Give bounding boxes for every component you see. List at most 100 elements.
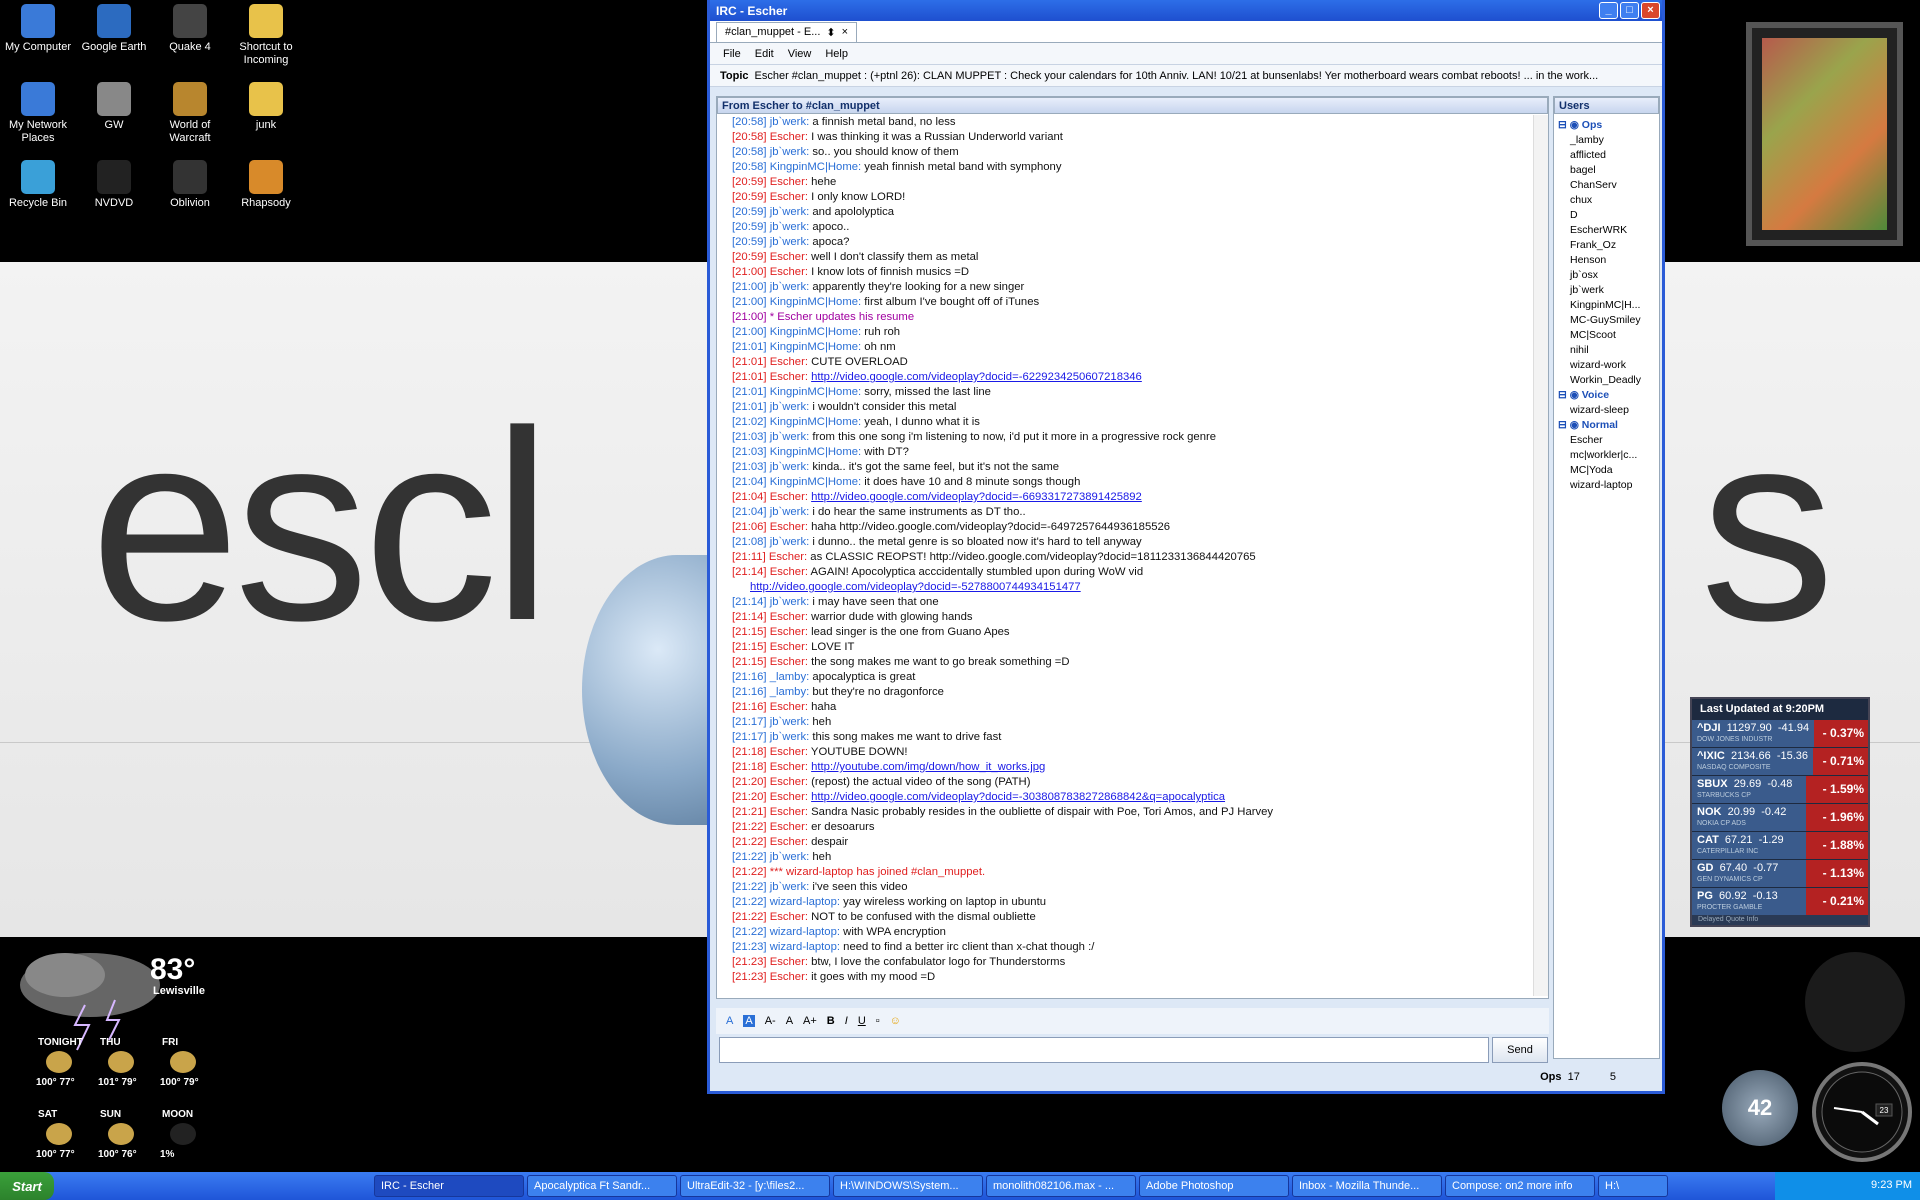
user-group-ops[interactable]: ⊟ ◉ Ops <box>1558 118 1645 133</box>
font-color-icon[interactable]: A <box>726 1015 733 1027</box>
user-item[interactable]: MC-GuySmiley <box>1558 313 1645 328</box>
nick[interactable]: jb`werk: <box>770 116 813 128</box>
nick[interactable]: jb`werk: <box>770 536 813 548</box>
nick[interactable]: Escher: <box>770 971 811 983</box>
system-tray[interactable]: 9:23 PM <box>1775 1172 1920 1200</box>
nick[interactable]: KingpinMC|Home: <box>770 476 865 488</box>
message-link[interactable]: http://video.google.com/videoplay?docid=… <box>811 491 1142 503</box>
user-list[interactable]: ⊟ ◉ Ops _lamby afflicted bagel ChanServ chux D… <box>1554 115 1645 1058</box>
clock-widget[interactable]: 23 <box>1812 1062 1912 1162</box>
underline-icon[interactable]: U <box>858 1015 866 1027</box>
highlight-icon[interactable]: A <box>743 1015 755 1027</box>
user-item[interactable]: wizard-work <box>1558 358 1645 373</box>
message-link[interactable]: http://video.google.com/videoplay?docid=… <box>750 581 1081 593</box>
nick[interactable]: Escher: <box>770 746 811 758</box>
taskbar-button[interactable]: Apocalyptica Ft Sandr... <box>527 1175 677 1197</box>
desktop-icon-my-computer[interactable]: My Computer <box>0 4 76 54</box>
nick[interactable]: jb`werk: <box>770 431 813 443</box>
user-item[interactable]: jb`werk <box>1558 283 1645 298</box>
taskbar-button[interactable]: H:\WINDOWS\System... <box>833 1175 983 1197</box>
nick[interactable]: Escher: <box>770 776 811 788</box>
nick[interactable]: _lamby: <box>770 686 813 698</box>
nick[interactable]: Escher: <box>770 701 811 713</box>
smiley-icon[interactable]: ☺ <box>890 1015 901 1027</box>
nick[interactable]: jb`werk: <box>770 281 813 293</box>
title-bar[interactable]: IRC - Escher _ □ × <box>710 0 1662 21</box>
user-item[interactable]: Escher <box>1558 433 1645 448</box>
desktop-icon-my-network-places[interactable]: My Network Places <box>0 82 76 145</box>
nick[interactable]: Escher: <box>770 191 811 203</box>
stock-row[interactable]: SBUX 29.69 -0.48 STARBUCKS CP - 1.59% <box>1692 775 1868 803</box>
photo-frame-widget[interactable] <box>1746 22 1903 246</box>
taskbar-button[interactable]: UltraEdit-32 - [y:\files2... <box>680 1175 830 1197</box>
stock-row[interactable]: CAT 67.21 -1.29 CATERPILLAR INC - 1.88% <box>1692 831 1868 859</box>
nick[interactable]: _lamby: <box>770 671 813 683</box>
nick[interactable]: wizard-laptop: <box>770 896 843 908</box>
nick[interactable]: jb`werk: <box>770 851 813 863</box>
stock-row[interactable]: GD 67.40 -0.77 GEN DYNAMICS CP - 1.13% <box>1692 859 1868 887</box>
taskbar-button[interactable]: H:\ <box>1598 1175 1668 1197</box>
nick[interactable]: jb`werk: <box>770 731 813 743</box>
nick[interactable]: Escher: <box>770 836 811 848</box>
send-button[interactable]: Send <box>1492 1037 1548 1063</box>
topic-bar[interactable]: Topic Escher #clan_muppet : (+ptnl 26): … <box>710 65 1662 87</box>
desktop-icon-oblivion[interactable]: Oblivion <box>152 160 228 210</box>
nick[interactable]: Escher: <box>770 176 811 188</box>
nick[interactable]: Escher: <box>770 806 811 818</box>
nick[interactable]: jb`werk: <box>770 716 813 728</box>
nick[interactable]: Escher: <box>770 641 811 653</box>
user-item[interactable]: wizard-sleep <box>1558 403 1645 418</box>
menu-edit[interactable]: Edit <box>755 48 774 60</box>
desktop-icon-recycle-bin[interactable]: Recycle Bin <box>0 160 76 210</box>
user-item[interactable]: MC|Yoda <box>1558 463 1645 478</box>
weather-widget[interactable]: 83° Lewisville TONIGHT 100° 77° THU 101° 79… <box>0 945 230 1160</box>
stock-row[interactable]: ^IXIC 2134.66 -15.36 NASDAQ COMPOSITE - 0.… <box>1692 747 1868 775</box>
user-item[interactable]: D <box>1558 208 1645 223</box>
user-item[interactable]: _lamby <box>1558 133 1645 148</box>
desktop-icon-gw[interactable]: GW <box>76 82 152 132</box>
desktop-icon-rhapsody[interactable]: Rhapsody <box>228 160 304 210</box>
nick[interactable]: Escher: <box>770 131 811 143</box>
user-item[interactable]: chux <box>1558 193 1645 208</box>
nick[interactable]: Escher: <box>770 611 811 623</box>
nick[interactable]: jb`werk: <box>770 596 813 608</box>
menu-help[interactable]: Help <box>825 48 848 60</box>
italic-icon[interactable]: I <box>845 1015 848 1027</box>
user-item[interactable]: jb`osx <box>1558 268 1645 283</box>
close-button[interactable]: × <box>1641 2 1660 19</box>
chat-scrollbar[interactable] <box>1533 115 1548 996</box>
user-item[interactable]: EscherWRK <box>1558 223 1645 238</box>
taskbar-button[interactable]: Adobe Photoshop <box>1139 1175 1289 1197</box>
tab-close-icon[interactable]: × <box>842 26 848 39</box>
message-log[interactable]: [20:58] jb`werk: a finnish metal band, n… <box>718 115 1532 996</box>
desktop-icon-nvdvd[interactable]: NVDVD <box>76 160 152 210</box>
nick[interactable]: Escher: <box>770 626 811 638</box>
user-group-voice[interactable]: ⊟ ◉ Voice <box>1558 388 1645 403</box>
nick[interactable]: *** wizard-laptop <box>770 866 857 878</box>
message-link[interactable]: http://video.google.com/videoplay?docid=… <box>811 791 1225 803</box>
stock-row[interactable]: ^DJI 11297.90 -41.94 DOW JONES INDUSTR - 0… <box>1692 719 1868 747</box>
message-input[interactable] <box>719 1037 1489 1063</box>
user-item[interactable]: Workin_Deadly <box>1558 373 1645 388</box>
gauge-widget[interactable]: 42 <box>1722 1070 1798 1146</box>
collapse-icon[interactable]: ⊟ ◉ <box>1558 389 1582 401</box>
nick[interactable]: Escher: <box>770 821 811 833</box>
nick[interactable]: KingpinMC|Home: <box>770 296 865 308</box>
user-item[interactable]: bagel <box>1558 163 1645 178</box>
user-item[interactable]: ChanServ <box>1558 178 1645 193</box>
taskbar-button[interactable]: Compose: on2 more info <box>1445 1175 1595 1197</box>
nick[interactable]: * Escher <box>770 311 816 323</box>
user-group-normal[interactable]: ⊟ ◉ Normal <box>1558 418 1645 433</box>
user-item[interactable]: afflicted <box>1558 148 1645 163</box>
font-smaller-icon[interactable]: A <box>786 1015 793 1027</box>
image-icon[interactable]: ▫ <box>876 1015 880 1027</box>
pin-icon[interactable]: ⬍ <box>826 26 835 39</box>
nick[interactable]: Escher: <box>769 551 810 563</box>
taskbar-button[interactable]: monolith082106.max - ... <box>986 1175 1136 1197</box>
nick[interactable]: jb`werk: <box>770 236 813 248</box>
nick[interactable]: Escher: <box>770 521 811 533</box>
desktop-icon-world-of-warcraft[interactable]: World of Warcraft <box>152 82 228 145</box>
nick[interactable]: KingpinMC|Home: <box>770 446 865 458</box>
menu-view[interactable]: View <box>788 48 812 60</box>
desktop-icon-shortcut-to-incoming[interactable]: Shortcut to Incoming <box>228 4 304 67</box>
